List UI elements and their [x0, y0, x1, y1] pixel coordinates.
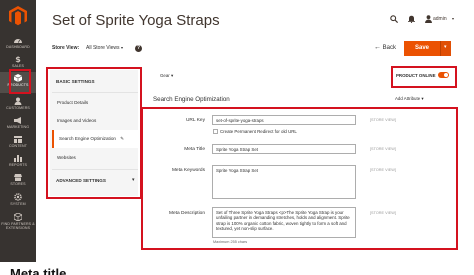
chevron-down-icon: ▾ — [120, 45, 123, 50]
bar-chart-icon — [14, 155, 22, 162]
dashboard-icon — [14, 39, 22, 43]
section-title: Search Engine Optimization — [153, 96, 230, 103]
nav-item-extensions[interactable]: FIND PARTNERS & EXTENSIONS — [0, 211, 36, 237]
chevron-down-icon[interactable]: ▾ — [452, 16, 454, 21]
arrow-left-icon: ← — [374, 44, 381, 51]
cube-icon — [14, 213, 22, 221]
nav-label: REPORTS — [8, 163, 27, 167]
save-button[interactable]: Save — [404, 41, 440, 56]
nav-label: DASHBOARD — [6, 45, 30, 49]
highlight-products-nav — [9, 69, 31, 94]
caption-text: Meta title — [10, 266, 67, 275]
admin-user-menu[interactable]: admin — [433, 16, 447, 22]
gear-icon — [14, 193, 22, 201]
customer-icon — [14, 97, 22, 105]
nav-item-system[interactable]: SYSTEM — [0, 191, 36, 213]
store-view-value: All Store Views — [86, 45, 120, 51]
magento-logo[interactable] — [9, 6, 27, 26]
nav-label: CONTENT — [8, 144, 28, 148]
attribute-set-value: Gear — [160, 73, 170, 78]
highlight-tabs-panel — [46, 67, 142, 199]
attribute-set-select[interactable]: Gear ▾ — [160, 73, 173, 79]
bell-icon[interactable] — [408, 15, 415, 23]
page-title: Set of Sprite Yoga Straps — [52, 12, 220, 29]
chevron-down-icon: ▾ — [444, 44, 447, 50]
store-view-select[interactable]: All Store Views ▾ — [82, 43, 127, 53]
svg-text:$: $ — [15, 55, 21, 63]
help-icon[interactable]: ? — [135, 45, 142, 52]
user-icon[interactable] — [425, 15, 432, 23]
megaphone-icon — [14, 117, 21, 124]
nav-label: CUSTOMERS — [6, 106, 30, 110]
nav-label: FIND PARTNERS & EXTENSIONS — [1, 222, 35, 231]
add-attribute-label: Add Attribute — [395, 96, 421, 101]
back-label: Back — [382, 45, 397, 51]
add-attribute-button[interactable]: Add Attribute ▾ — [395, 96, 424, 102]
save-options-toggle[interactable]: ▾ — [440, 41, 451, 56]
admin-sidebar: DASHBOARD $ SALES PRODUCTS CUSTOMERS MAR… — [0, 0, 36, 262]
nav-label: SALES — [11, 64, 25, 68]
store-icon — [14, 174, 22, 181]
nav-label: SYSTEM — [10, 202, 26, 206]
nav-label: MARKETING — [6, 125, 30, 129]
scope-label: Store View: — [52, 45, 80, 51]
back-button[interactable]: ← Back — [374, 44, 396, 51]
dollar-icon: $ — [15, 55, 21, 63]
highlight-seo-fields — [141, 107, 458, 250]
search-icon[interactable] — [390, 15, 398, 23]
highlight-product-online — [391, 66, 457, 88]
nav-label: STORES — [10, 182, 26, 186]
nav-item-customers[interactable]: CUSTOMERS — [0, 95, 36, 117]
layout-icon — [14, 136, 22, 143]
